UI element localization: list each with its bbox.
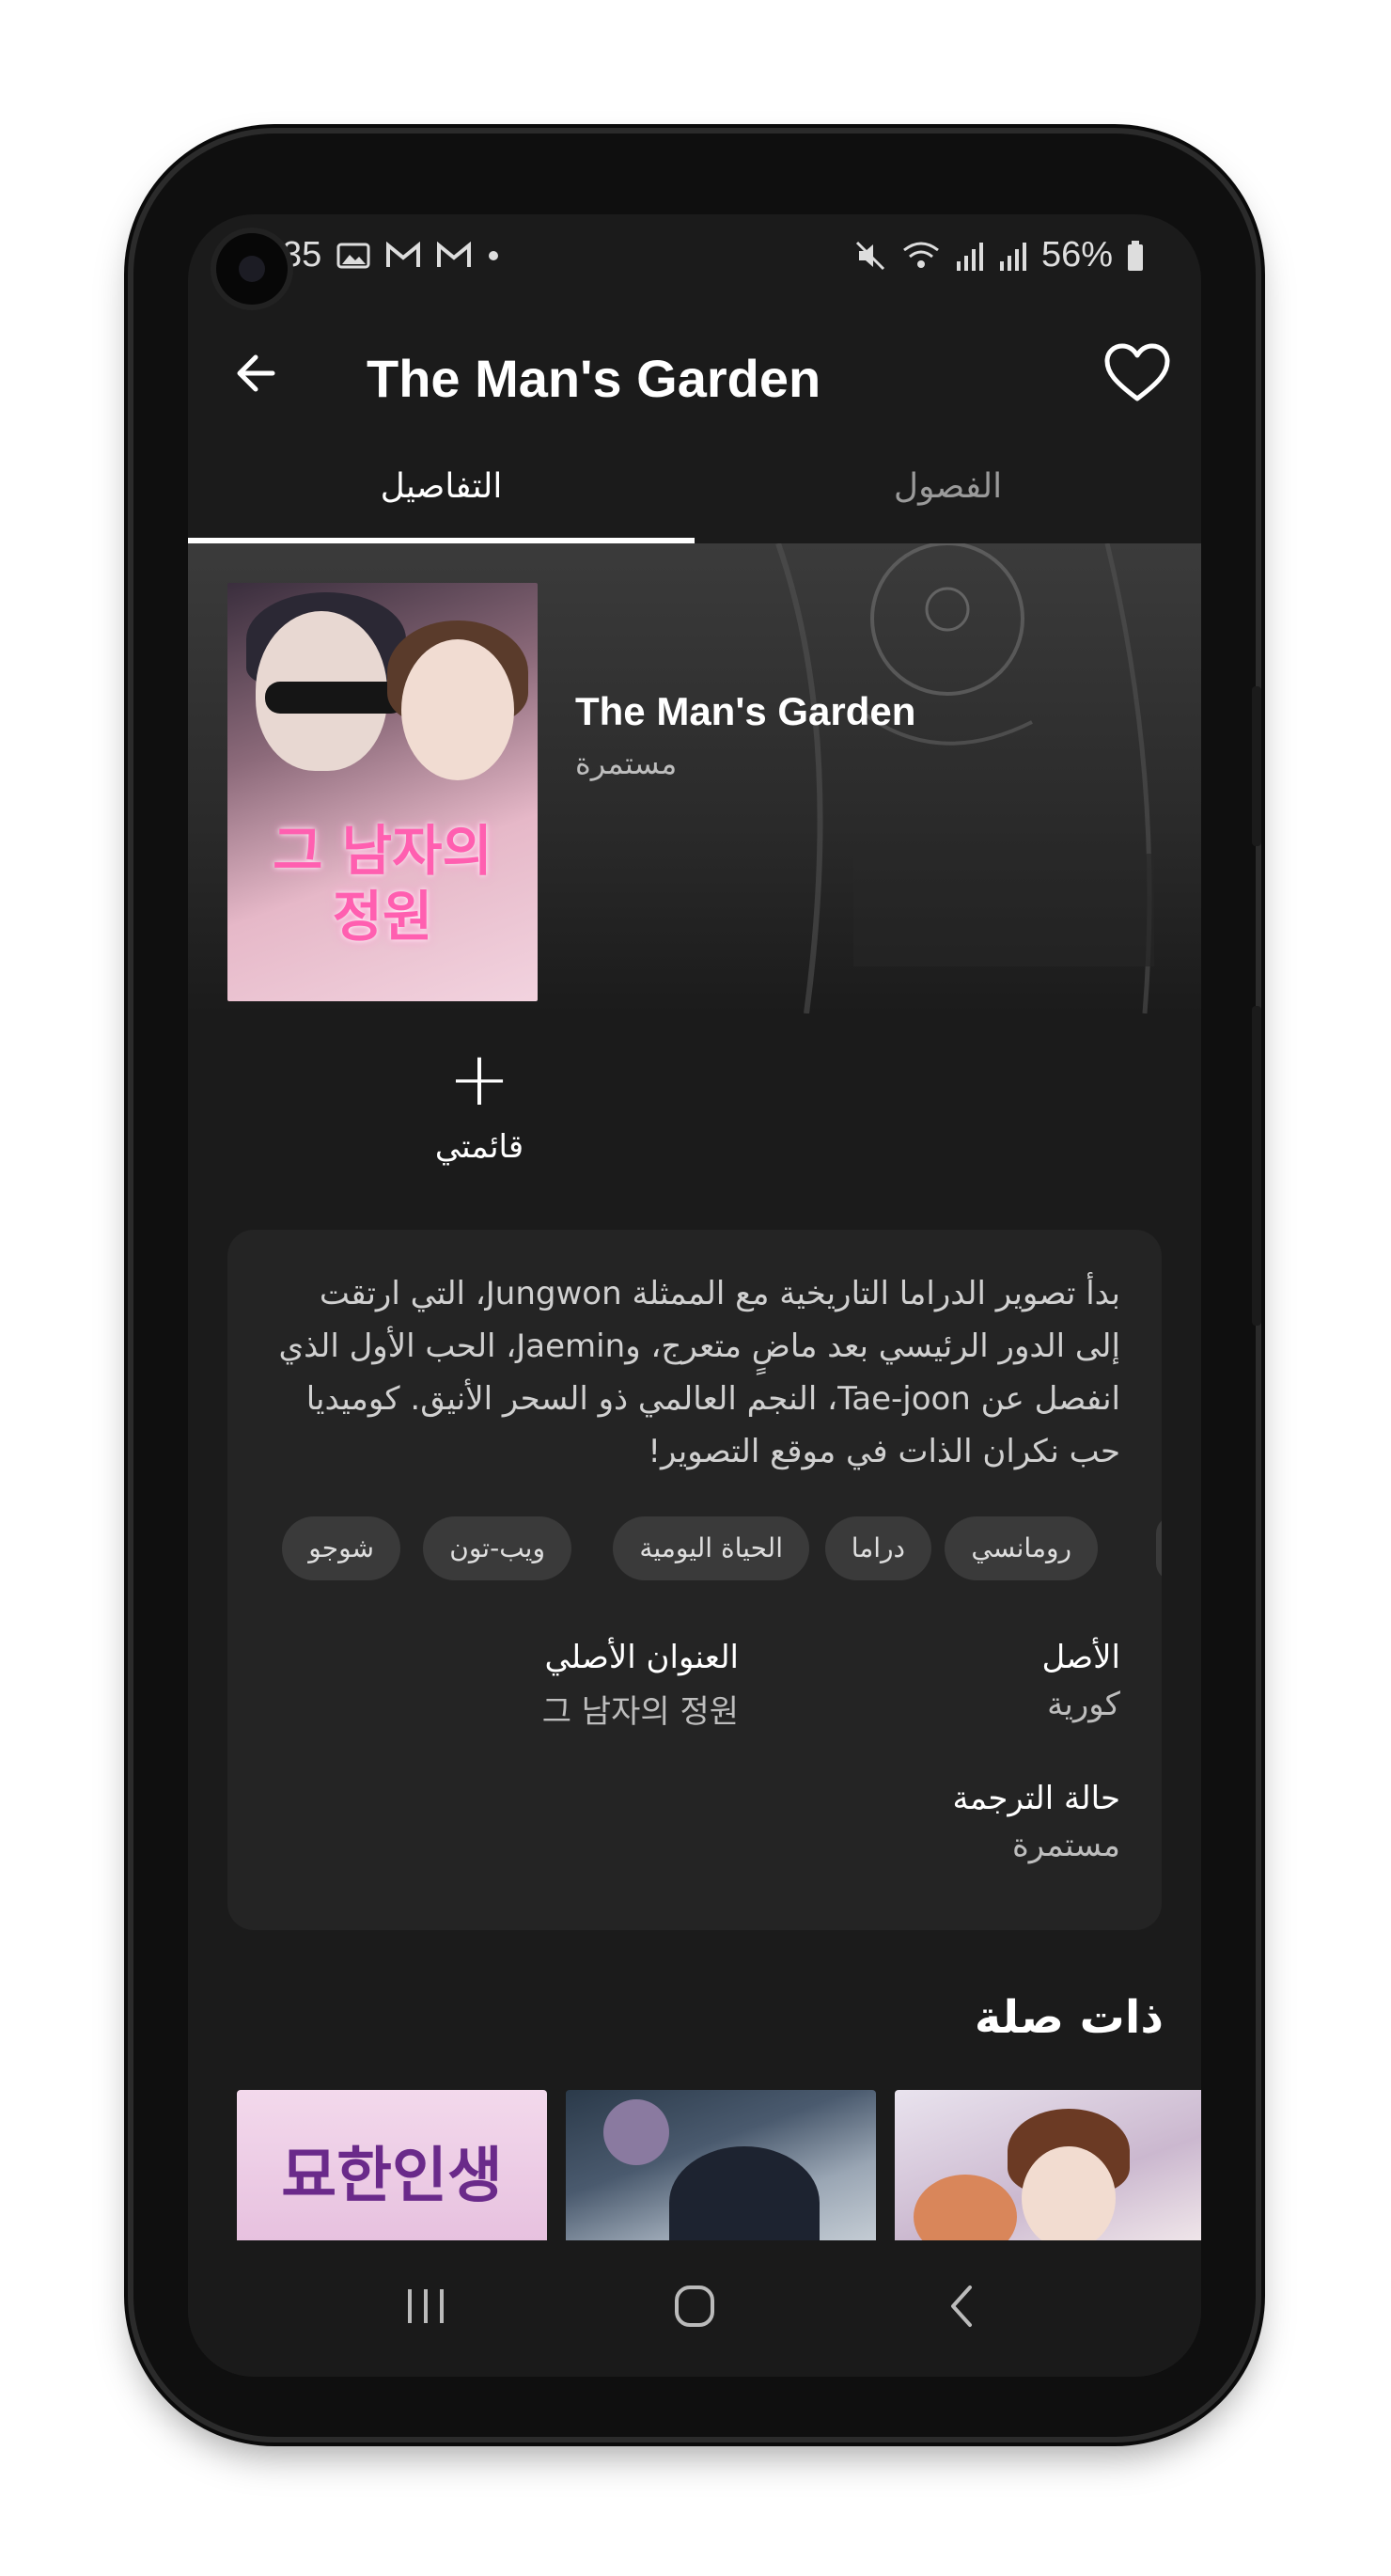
status-right: 56% (853, 235, 1145, 275)
thumbnail-character (669, 2146, 820, 2240)
signal-icon (999, 242, 1026, 271)
original-title-label: العنوان الأصلي (544, 1639, 739, 1676)
front-camera (216, 233, 288, 305)
related-thumbnail[interactable] (566, 2090, 876, 2240)
my-list-button[interactable]: + قائمتي (188, 1035, 771, 1167)
tab-details[interactable]: التفاصيل (188, 440, 695, 543)
status-time: 35 (282, 235, 322, 275)
thumbnail-character (914, 2175, 1017, 2240)
wifi-icon (903, 242, 939, 268)
series-title: The Man's Garden (575, 689, 916, 733)
heart-icon[interactable] (1102, 338, 1173, 410)
genre-chip[interactable]: الحياة اليومية (613, 1516, 809, 1580)
series-status: مستمرة (575, 746, 678, 781)
origin-label: الأصل (1041, 1639, 1120, 1676)
app-bar: The Man's Garden (188, 308, 1201, 440)
genre-chip[interactable]: رومانسي (945, 1516, 1098, 1580)
genre-chip[interactable]: شوجو (282, 1516, 400, 1580)
original-title-field: العنوان الأصلي 그 남자의 정원 (542, 1639, 739, 1732)
cover-logo: 그 남자의 정원 (273, 819, 492, 949)
gallery-icon (336, 243, 370, 268)
cover-image[interactable]: 그 남자의 정원 (227, 583, 538, 1001)
details-card: بدأ تصوير الدراما التاريخية مع الممثلة J… (227, 1230, 1162, 1930)
signal-icon (956, 242, 983, 271)
translation-status-value: مستمرة (1011, 1827, 1120, 1864)
system-nav-bar (188, 2240, 1201, 2377)
volume-button (1252, 686, 1261, 846)
mute-icon (855, 241, 884, 270)
translation-status-label: حالة الترجمة (952, 1780, 1121, 1817)
genre-chip-partial[interactable] (1156, 1516, 1162, 1580)
tab-bar: التفاصيل الفصول (188, 440, 1201, 543)
origin-value: كورية (1047, 1686, 1120, 1723)
genre-chips: رومانسي دراما الحياة اليومية ويب-تون شوج… (227, 1516, 1162, 1582)
gmail-icon (386, 241, 421, 267)
translation-status-field: حالة الترجمة مستمرة (953, 1780, 1121, 1864)
screen: 35 56% The Man's Garden التفاصيل الفصول (188, 214, 1201, 2377)
plus-icon: + (447, 1035, 511, 1123)
original-title-value: 그 남자의 정원 (541, 1693, 739, 1731)
recent-apps-icon[interactable] (393, 2278, 459, 2334)
notification-dot-icon (489, 250, 499, 260)
related-list: 묘한인생 (188, 2090, 1201, 2240)
back-arrow-icon[interactable] (226, 340, 291, 406)
related-thumbnail[interactable] (895, 2090, 1201, 2240)
cover-character (401, 639, 514, 780)
description: بدأ تصوير الدراما التاريخية مع الممثلة J… (278, 1275, 1120, 1470)
back-nav-icon[interactable] (930, 2278, 996, 2334)
related-heading: ذات صلة (974, 1991, 1164, 2044)
tab-chapters[interactable]: الفصول (695, 440, 1201, 543)
battery-icon (1128, 240, 1143, 271)
status-bar: 35 56% (188, 214, 1201, 299)
related-thumbnail[interactable]: 묘한인생 (237, 2090, 547, 2240)
my-list-label: قائمتي (434, 1128, 524, 1166)
battery-percent: 56% (1040, 235, 1113, 275)
related-thumbnail-title: 묘한인생 (281, 2142, 503, 2211)
cover-sunglasses (265, 682, 406, 714)
status-left: 35 (282, 235, 500, 275)
genre-chip[interactable]: دراما (824, 1516, 931, 1580)
power-button (1252, 1006, 1261, 1326)
genre-chip[interactable]: ويب-تون (423, 1516, 571, 1580)
gmail-icon (437, 241, 472, 267)
thumbnail-character (1022, 2146, 1116, 2240)
home-icon[interactable] (662, 2278, 727, 2334)
page-title: The Man's Garden (367, 349, 821, 408)
thumbnail-flower (603, 2099, 669, 2165)
origin-field: الأصل كورية (1042, 1639, 1120, 1723)
